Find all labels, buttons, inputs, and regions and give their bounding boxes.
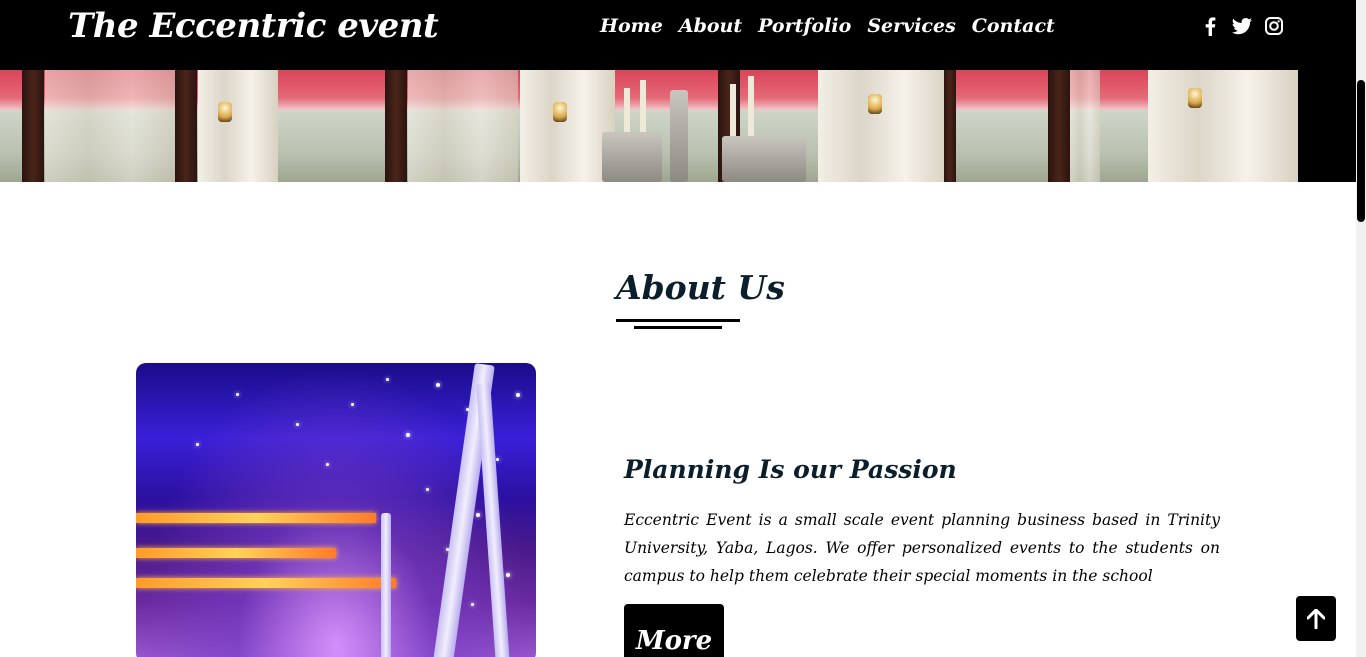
facebook-icon[interactable]: [1200, 16, 1220, 36]
section-title: About Us: [616, 268, 785, 307]
navbar: The Eccentric event Home About Portfolio…: [0, 0, 1356, 70]
about-image: [136, 363, 536, 657]
instagram-icon[interactable]: [1264, 16, 1284, 36]
nav-link-services[interactable]: Services: [867, 15, 955, 37]
nav-link-about[interactable]: About: [679, 15, 742, 37]
nav-link-portfolio[interactable]: Portfolio: [758, 15, 851, 37]
more-button[interactable]: More: [624, 604, 724, 657]
hero-photo-panel: [958, 70, 1356, 182]
brand-logo[interactable]: The Eccentric event: [68, 6, 439, 46]
hero-photo-panel: [718, 70, 958, 182]
back-to-top-button[interactable]: [1296, 596, 1336, 641]
nav-link-contact[interactable]: Contact: [972, 15, 1055, 37]
twitter-icon[interactable]: [1232, 16, 1252, 36]
title-divider: [634, 326, 722, 329]
about-description: Eccentric Event is a small scale event p…: [624, 511, 1220, 585]
hero-banner: [0, 70, 1356, 182]
nav-menu: Home About Portfolio Services Contact: [600, 15, 1055, 37]
page-scrollbar[interactable]: [1356, 0, 1366, 657]
title-divider: [616, 319, 740, 322]
scrollbar-thumb[interactable]: [1357, 80, 1365, 222]
nav-link-home[interactable]: Home: [600, 15, 663, 37]
arrow-up-icon: [1307, 608, 1325, 629]
social-links: [1200, 16, 1284, 36]
hero-photo-panel: [0, 70, 520, 182]
hero-photo-panel: [520, 70, 718, 182]
about-subtitle: Planning Is our Passion: [624, 455, 957, 484]
